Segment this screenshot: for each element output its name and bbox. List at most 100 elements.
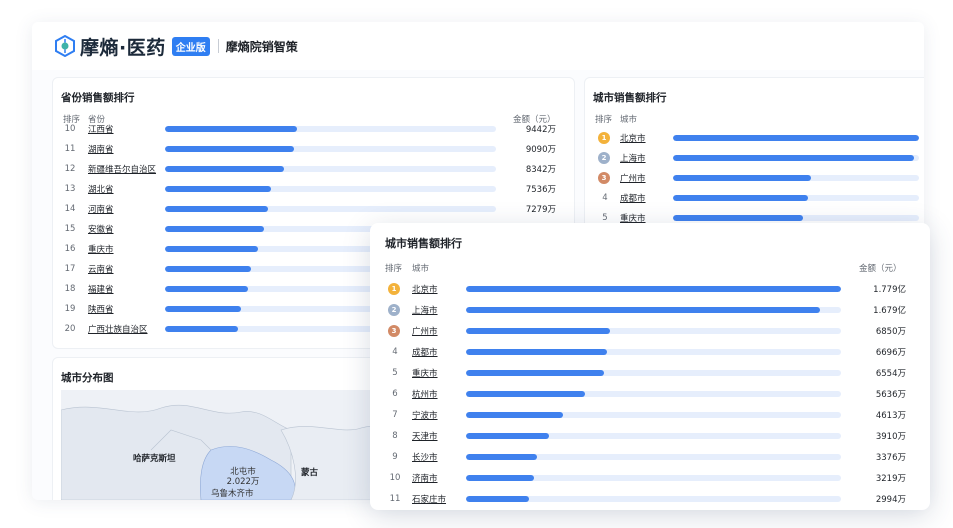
sales-bar [466, 454, 538, 460]
ranking-row[interactable]: 3 广州市 6850万 [370, 321, 930, 341]
sales-bar-track [673, 175, 919, 181]
rank-number: 12 [64, 164, 76, 174]
region-name-link[interactable]: 上海市 [412, 304, 438, 316]
sales-amount: 6554万 [875, 369, 906, 379]
region-name-link[interactable]: 河南省 [88, 203, 114, 215]
ranking-row[interactable]: 11 湖南省 9090万 [53, 139, 574, 159]
city-list: 1 北京市 2 上海市 3 广州市 4 成都市 5 重庆市 [585, 128, 924, 228]
city-distribution-map[interactable]: 哈萨克斯坦 蒙古 北屯市 2.022万 乌鲁木齐市 吗 [61, 390, 401, 500]
sales-bar-track [466, 370, 841, 376]
map-label-city[interactable]: 北屯市 2.022万 [221, 467, 265, 487]
region-name-link[interactable]: 天津市 [412, 430, 438, 442]
region-name-link[interactable]: 广州市 [620, 172, 646, 184]
region-name-link[interactable]: 长沙市 [412, 451, 438, 463]
sales-bar-track [466, 307, 841, 313]
sales-amount: 6850万 [875, 327, 906, 337]
ranking-row[interactable]: 4 成都市 6696万 [370, 342, 930, 362]
column-header-rank: 排序 [385, 264, 403, 274]
rank-number: 6 [392, 389, 398, 399]
ranking-row[interactable]: 2 上海市 [585, 148, 924, 168]
ranking-row[interactable]: 3 广州市 [585, 168, 924, 188]
sales-bar [165, 246, 258, 252]
region-name-link[interactable]: 重庆市 [88, 243, 114, 255]
region-name-link[interactable]: 云南省 [88, 263, 114, 275]
region-name-link[interactable]: 广西壮族自治区 [88, 323, 148, 335]
ranking-row[interactable]: 11 石家庄市 2994万 [370, 489, 930, 509]
rank-number: 4 [392, 347, 398, 357]
sales-bar [673, 195, 809, 201]
sales-bar-track [673, 215, 919, 221]
rank-number: 13 [64, 184, 76, 194]
region-name-link[interactable]: 陕西省 [88, 303, 114, 315]
region-name-link[interactable]: 福建省 [88, 283, 114, 295]
gold-medal-icon: 1 [388, 283, 400, 295]
sales-amount: 1.779亿 [873, 285, 906, 295]
sales-bar [165, 266, 252, 272]
ranking-row[interactable]: 1 北京市 1.779亿 [370, 279, 930, 299]
ranking-row[interactable]: 6 杭州市 5636万 [370, 384, 930, 404]
brand-name: 摩熵·医药 [80, 36, 166, 59]
bronze-medal-icon: 3 [598, 172, 610, 184]
sales-amount: 3219万 [875, 474, 906, 484]
ranking-row[interactable]: 14 河南省 7279万 [53, 199, 574, 219]
ranking-row[interactable]: 8 天津市 3910万 [370, 426, 930, 446]
region-name-link[interactable]: 广州市 [412, 325, 438, 337]
sales-bar-track [673, 135, 919, 141]
rank-number: 20 [64, 324, 76, 334]
region-name-link[interactable]: 杭州市 [412, 388, 438, 400]
sales-bar [466, 496, 529, 502]
ranking-row[interactable]: 7 宁波市 4613万 [370, 405, 930, 425]
region-name-link[interactable]: 宁波市 [412, 409, 438, 421]
sales-bar-track [673, 155, 919, 161]
sales-bar-track [466, 475, 841, 481]
region-name-link[interactable]: 湖南省 [88, 143, 114, 155]
sales-bar [165, 206, 268, 212]
sales-bar-track [466, 349, 841, 355]
region-name-link[interactable]: 重庆市 [412, 367, 438, 379]
ranking-row[interactable]: 9 长沙市 3376万 [370, 447, 930, 467]
rank-number: 15 [64, 224, 76, 234]
app-header: 摩熵·医药 企业版 摩熵院销智策 [32, 22, 924, 70]
rank-number: 7 [392, 410, 398, 420]
rank-number: 19 [64, 304, 76, 314]
sales-bar [466, 412, 564, 418]
header-divider [217, 39, 219, 53]
region-name-link[interactable]: 江西省 [88, 123, 114, 135]
region-name-link[interactable]: 石家庄市 [412, 493, 446, 505]
rank-number: 14 [64, 204, 76, 214]
region-name-link[interactable]: 济南市 [412, 472, 438, 484]
column-header-city: 城市 [412, 264, 430, 274]
ranking-row[interactable]: 5 重庆市 6554万 [370, 363, 930, 383]
rank-number: 16 [64, 244, 76, 254]
region-name-link[interactable]: 成都市 [412, 346, 438, 358]
card-title: 城市销售额排行 [593, 92, 667, 104]
sales-amount: 3376万 [875, 453, 906, 463]
sales-bar [466, 286, 841, 292]
card-title: 省份销售额排行 [61, 92, 135, 104]
ranking-row[interactable]: 13 湖北省 7536万 [53, 179, 574, 199]
ranking-row[interactable]: 1 北京市 [585, 128, 924, 148]
edition-badge: 企业版 [171, 36, 210, 56]
region-name-link[interactable]: 上海市 [620, 152, 646, 164]
region-name-link[interactable]: 成都市 [620, 192, 646, 204]
sales-amount: 3910万 [875, 432, 906, 442]
region-name-link[interactable]: 安徽省 [88, 223, 114, 235]
region-name-link[interactable]: 新疆维吾尔自治区 [88, 163, 156, 175]
sales-amount: 8342万 [525, 165, 556, 175]
region-name-link[interactable]: 北京市 [620, 132, 646, 144]
sales-bar-track [466, 433, 841, 439]
sales-amount: 9442万 [525, 125, 556, 135]
sales-bar-track [165, 166, 496, 172]
ranking-row[interactable]: 12 新疆维吾尔自治区 8342万 [53, 159, 574, 179]
ranking-row[interactable]: 10 济南市 3219万 [370, 468, 930, 488]
sales-bar [673, 155, 915, 161]
region-name-link[interactable]: 湖北省 [88, 183, 114, 195]
region-name-link[interactable]: 北京市 [412, 283, 438, 295]
ranking-row[interactable]: 2 上海市 1.679亿 [370, 300, 930, 320]
ranking-row[interactable]: 4 成都市 [585, 188, 924, 208]
ranking-row[interactable]: 10 江西省 9442万 [53, 122, 574, 139]
rank-number: 5 [392, 368, 398, 378]
rank-number: 10 [389, 473, 401, 483]
city-ranking-list: 1 北京市 1.779亿 2 上海市 1.679亿 3 广州市 6850万 4 成都市 6696万 5 重… [370, 279, 930, 510]
rank-number: 4 [602, 193, 608, 203]
